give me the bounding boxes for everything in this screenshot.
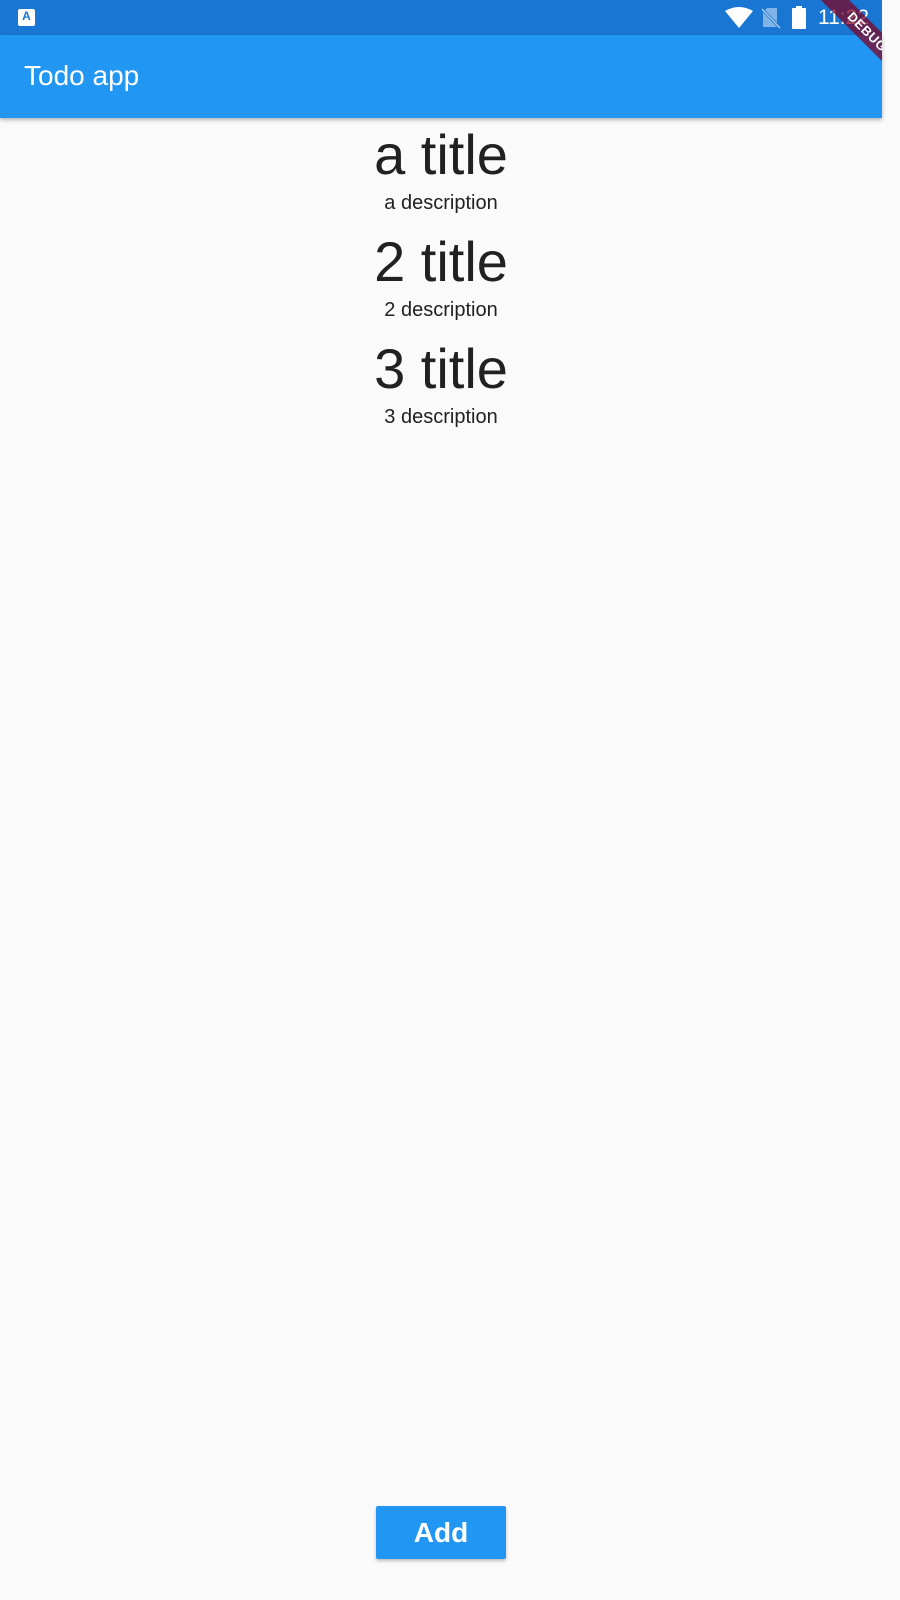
wifi-icon <box>725 7 753 28</box>
todo-description: 3 description <box>384 406 498 428</box>
todo-description: a description <box>384 192 498 214</box>
battery-icon <box>792 6 806 29</box>
todo-description: 2 description <box>384 299 498 321</box>
todo-title: 3 title <box>374 337 508 400</box>
status-bar: A 11:22 <box>0 0 882 35</box>
app-notification-icon-letter: A <box>22 9 31 23</box>
todo-item[interactable]: a title a description <box>0 118 882 225</box>
app-bar: Todo app <box>0 35 882 118</box>
todo-title: a title <box>374 123 508 186</box>
app-title: Todo app <box>24 60 140 91</box>
todo-item[interactable]: 2 title 2 description <box>0 225 882 332</box>
todo-item[interactable]: 3 title 3 description <box>0 332 882 439</box>
no-sim-icon <box>761 7 781 29</box>
add-button[interactable]: Add <box>376 1506 506 1559</box>
todo-title: 2 title <box>374 230 508 293</box>
app-notification-icon: A <box>18 9 35 26</box>
status-time: 11:22 <box>818 6 869 29</box>
todo-list: a title a description 2 title 2 descript… <box>0 118 882 439</box>
